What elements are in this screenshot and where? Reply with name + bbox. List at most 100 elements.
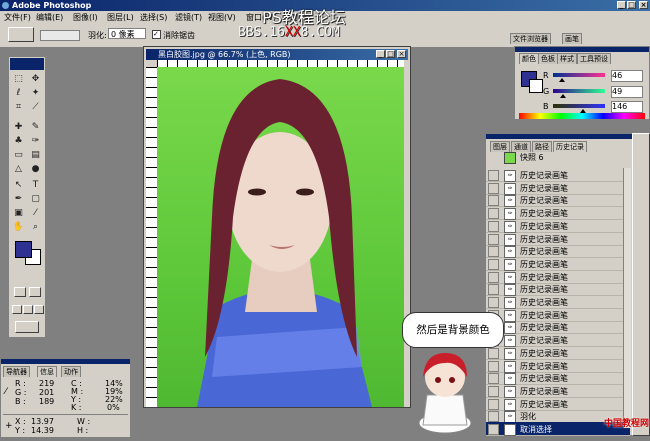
move-tool-icon[interactable]: ✥ (29, 73, 42, 86)
imageready-button[interactable] (15, 321, 39, 333)
menu-edit[interactable]: 编辑(E) (36, 12, 63, 23)
history-source-checkbox[interactable] (488, 195, 499, 207)
clone-stamp-icon[interactable]: ♣ (12, 135, 25, 148)
zoom-tool-icon[interactable]: ⌕ (29, 221, 42, 234)
g-slider[interactable] (553, 89, 605, 93)
history-source-checkbox[interactable] (488, 271, 499, 283)
hand-tool-icon[interactable]: ✋ (12, 221, 25, 234)
menu-layer[interactable]: 图层(L) (107, 12, 134, 23)
g-slider-knob[interactable] (559, 94, 566, 98)
history-source-checkbox[interactable] (488, 297, 499, 308)
tab-actions[interactable]: 动作 (61, 366, 81, 377)
g-value[interactable]: 49 (611, 86, 643, 98)
photo-canvas[interactable] (157, 67, 404, 407)
healing-brush-icon[interactable]: ✚ (12, 121, 25, 134)
history-source-checkbox[interactable] (488, 385, 499, 397)
panel-side-scroll[interactable] (632, 133, 650, 436)
history-brush-icon[interactable]: ✑ (29, 135, 42, 148)
history-source-checkbox[interactable] (488, 424, 499, 435)
history-source-checkbox[interactable] (488, 411, 499, 423)
history-item-label: 历史记录画笔 (520, 196, 568, 206)
color-panel-header (515, 47, 649, 52)
doc-close-button[interactable]: × (397, 50, 406, 58)
crop-tool-icon[interactable]: ⌗ (12, 101, 25, 114)
gradient-tool-icon[interactable]: ▤ (29, 149, 42, 162)
slice-tool-icon[interactable]: ⟋ (29, 101, 42, 114)
tab-swatches[interactable]: 色板 (538, 53, 558, 64)
menu-view[interactable]: 视图(V) (208, 12, 236, 23)
history-scrollbar[interactable] (623, 168, 631, 428)
screen-mode-button-3[interactable] (34, 305, 44, 314)
path-select-icon[interactable]: ↖ (12, 179, 25, 192)
history-source-checkbox[interactable] (488, 170, 499, 181)
color-bg-swatch[interactable] (529, 79, 543, 93)
history-source-checkbox[interactable] (488, 233, 499, 245)
tab-styles[interactable]: 样式 (557, 53, 577, 64)
selection-mode-icons[interactable] (40, 30, 80, 41)
eyedropper-icon[interactable]: ⁄ (29, 207, 42, 220)
blur-tool-icon[interactable]: △ (12, 163, 25, 176)
menu-select[interactable]: 选择(S) (140, 12, 167, 23)
minimize-button[interactable]: _ (617, 1, 626, 9)
history-source-checkbox[interactable] (488, 284, 499, 296)
history-source-checkbox[interactable] (488, 258, 499, 270)
history-source-checkbox[interactable] (488, 373, 499, 385)
doc-maximize-button[interactable]: □ (386, 50, 395, 58)
tab-layers[interactable]: 图层 (490, 141, 510, 152)
pen-tool-icon[interactable]: ✒ (12, 193, 25, 206)
tab-history[interactable]: 历史记录 (553, 141, 587, 152)
lasso-tool-preset[interactable] (8, 27, 34, 42)
brush-tool-icon[interactable]: ✎ (29, 121, 42, 134)
tab-navigator[interactable]: 导航器 (3, 366, 30, 377)
history-item-label: 历史记录画笔 (520, 259, 568, 269)
color-spectrum-bar[interactable] (519, 113, 645, 119)
history-source-checkbox[interactable] (488, 208, 499, 220)
tab-channels[interactable]: 通道 (511, 141, 531, 152)
tab-file-browser[interactable]: 文件浏览器 (510, 33, 551, 44)
screen-mode-button-1[interactable] (12, 305, 22, 314)
tab-info[interactable]: 信息 (37, 366, 57, 377)
info-k-value: 0% (107, 403, 120, 412)
history-item-label: 历史记录画笔 (520, 209, 568, 219)
menu-filter[interactable]: 滤镜(T) (175, 12, 202, 23)
history-snapshot-row[interactable]: 快照 6 (486, 152, 630, 164)
history-source-checkbox[interactable] (488, 347, 499, 359)
history-source-checkbox[interactable] (488, 246, 499, 258)
shape-tool-icon[interactable]: ▢ (29, 193, 42, 206)
type-tool-icon[interactable]: T (29, 179, 42, 192)
info-y-coord-value: 14.39 (31, 426, 54, 435)
tab-brushes[interactable]: 画笔 (562, 33, 582, 44)
doc-minimize-button[interactable]: _ (376, 50, 385, 58)
antialias-checkbox[interactable]: ✓ (152, 30, 161, 39)
notes-tool-icon[interactable]: ▣ (12, 207, 25, 220)
tab-paths[interactable]: 路径 (532, 141, 552, 152)
info-panel: 导航器 信息 动作 ⁄ R : G : B : 219 201 189 C : … (0, 358, 131, 438)
menu-file[interactable]: 文件(F) (4, 12, 31, 23)
dodge-tool-icon[interactable]: ● (29, 163, 42, 176)
b-slider[interactable] (553, 104, 605, 108)
tab-tool-presets[interactable]: 工具预设 (577, 53, 611, 64)
lasso-tool-icon[interactable]: ℓ (12, 87, 25, 100)
marquee-tool-icon[interactable]: ⬚ (12, 73, 25, 86)
feather-input[interactable]: 0 像素 (108, 28, 146, 39)
b-value[interactable]: 146 (611, 101, 643, 113)
eraser-tool-icon[interactable]: ▭ (12, 149, 25, 162)
toolbox: ⬚ ✥ ℓ ✦ ⌗ ⟋ ✚ ✎ ♣ ✑ ▭ ▤ △ ● ↖ T ✒ ▢ ▣ ⁄ … (8, 56, 46, 338)
tab-color[interactable]: 颜色 (519, 53, 539, 64)
r-slider[interactable] (553, 73, 605, 77)
close-button[interactable]: × (639, 1, 648, 9)
r-slider-knob[interactable] (559, 78, 566, 82)
r-value[interactable]: 46 (611, 70, 643, 82)
foreground-color-swatch[interactable] (15, 241, 32, 258)
history-source-checkbox[interactable] (488, 182, 499, 194)
quickmask-mode-button[interactable] (29, 287, 41, 297)
ruler-horizontal (157, 60, 404, 67)
history-source-checkbox[interactable] (488, 398, 499, 410)
magic-wand-icon[interactable]: ✦ (29, 87, 42, 100)
standard-mode-button[interactable] (14, 287, 26, 297)
menu-image[interactable]: 图像(I) (73, 12, 98, 23)
history-source-checkbox[interactable] (488, 360, 499, 372)
maximize-button[interactable]: □ (627, 1, 636, 9)
screen-mode-button-2[interactable] (23, 305, 33, 314)
history-source-checkbox[interactable] (488, 220, 499, 232)
